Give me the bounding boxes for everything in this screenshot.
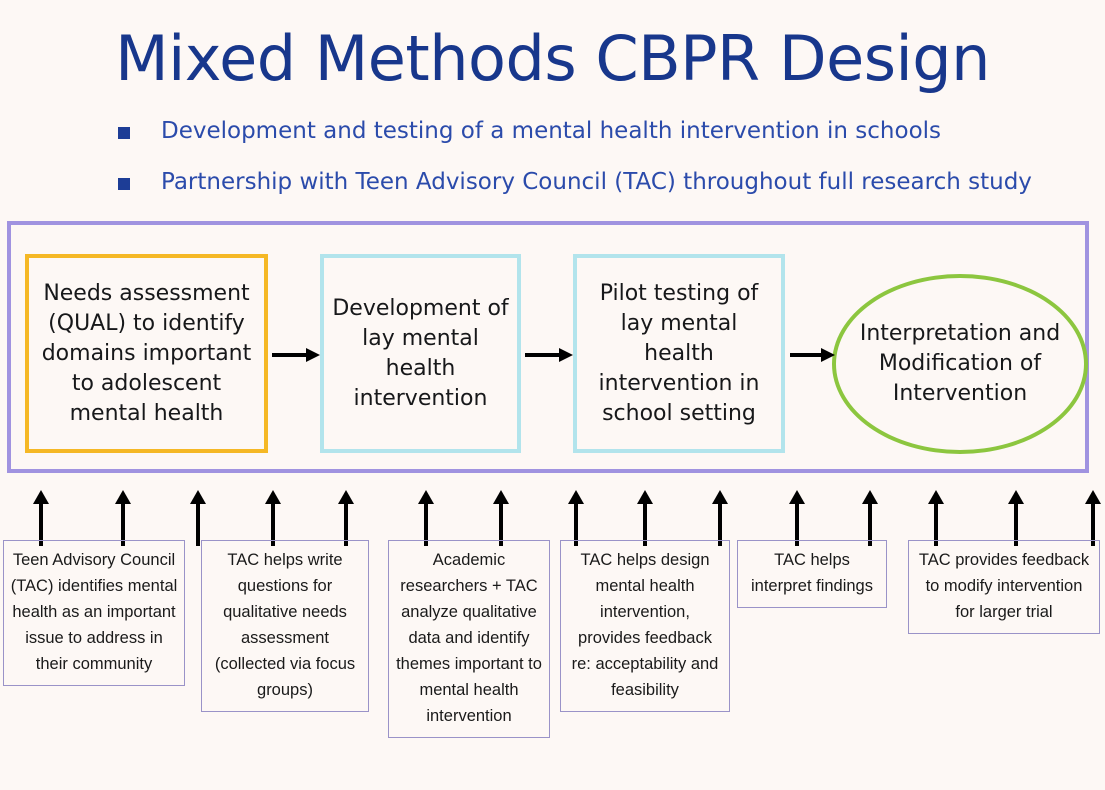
arrow-shaft xyxy=(790,353,823,357)
note-box-label: TAC helps write questions for qualitativ… xyxy=(214,551,356,699)
up-arrow-icon xyxy=(493,490,509,546)
note-box-label: TAC provides feedback to modify interven… xyxy=(918,551,1090,621)
up-arrow-icon xyxy=(190,490,206,546)
flow-step-development: Development of lay mental health interve… xyxy=(320,254,521,453)
note-box-label: Academic researchers + TAC analyze quali… xyxy=(396,551,542,725)
flow-step-label: Needs assessment (QUAL) to identify doma… xyxy=(41,280,252,426)
bullet-item-1: Development and testing of a mental heal… xyxy=(118,118,1078,145)
note-box-tac-write-questions: TAC helps write questions for qualitativ… xyxy=(201,540,369,712)
bullet-list: Development and testing of a mental heal… xyxy=(118,118,1078,220)
note-box-design-intervention: TAC helps design mental health intervent… xyxy=(560,540,730,712)
arrow-shaft xyxy=(196,500,200,546)
arrow-head xyxy=(821,348,835,362)
arrow-shaft xyxy=(525,353,561,357)
note-box-label: TAC helps design mental health intervent… xyxy=(571,551,719,699)
flow-step-needs-assessment: Needs assessment (QUAL) to identify doma… xyxy=(25,254,268,453)
note-box-label: Teen Advisory Council (TAC) identifies m… xyxy=(10,551,178,673)
up-arrow-icon xyxy=(338,490,354,546)
up-arrow-icon xyxy=(637,490,653,546)
up-arrow-icon xyxy=(1085,490,1101,546)
note-box-teen-advisory-council: Teen Advisory Council (TAC) identifies m… xyxy=(3,540,185,686)
bullet-item-label: Partnership with Teen Advisory Council (… xyxy=(161,169,1032,195)
right-arrow-icon xyxy=(525,348,573,362)
arrow-head xyxy=(559,348,573,362)
slide-canvas: Mixed Methods CBPR Design Development an… xyxy=(0,0,1105,790)
square-bullet-icon xyxy=(118,178,130,190)
right-arrow-icon xyxy=(272,348,320,362)
note-box-analyze-qualitative-data: Academic researchers + TAC analyze quali… xyxy=(388,540,550,738)
up-arrow-icon xyxy=(115,490,131,546)
bullet-item-2: Partnership with Teen Advisory Council (… xyxy=(118,169,1078,196)
up-arrow-icon xyxy=(789,490,805,546)
arrow-head xyxy=(306,348,320,362)
note-box-label: TAC helps interpret findings xyxy=(751,551,873,595)
up-arrow-icon xyxy=(568,490,584,546)
page-title: Mixed Methods CBPR Design xyxy=(115,22,990,95)
square-bullet-icon xyxy=(118,127,130,139)
flow-step-label: Development of lay mental health interve… xyxy=(332,295,509,411)
bullet-item-label: Development and testing of a mental heal… xyxy=(161,118,942,144)
flow-step-label: Pilot testing of lay mental health inter… xyxy=(598,280,760,426)
up-arrow-icon xyxy=(712,490,728,546)
up-arrow-icon xyxy=(418,490,434,546)
up-arrow-icon xyxy=(33,490,49,546)
flow-step-pilot-testing: Pilot testing of lay mental health inter… xyxy=(573,254,785,453)
flow-step-label: Interpretation and Modification of Inter… xyxy=(859,321,1061,406)
up-arrow-icon xyxy=(862,490,878,546)
note-box-interpret-findings: TAC helps interpret findings xyxy=(737,540,887,608)
up-arrow-icon xyxy=(265,490,281,546)
arrow-shaft xyxy=(272,353,308,357)
flow-step-interpretation: Interpretation and Modification of Inter… xyxy=(832,274,1088,454)
up-arrow-icon xyxy=(1008,490,1024,546)
note-box-modify-intervention: TAC provides feedback to modify interven… xyxy=(908,540,1100,634)
up-arrow-icon xyxy=(928,490,944,546)
right-arrow-icon xyxy=(790,348,835,362)
